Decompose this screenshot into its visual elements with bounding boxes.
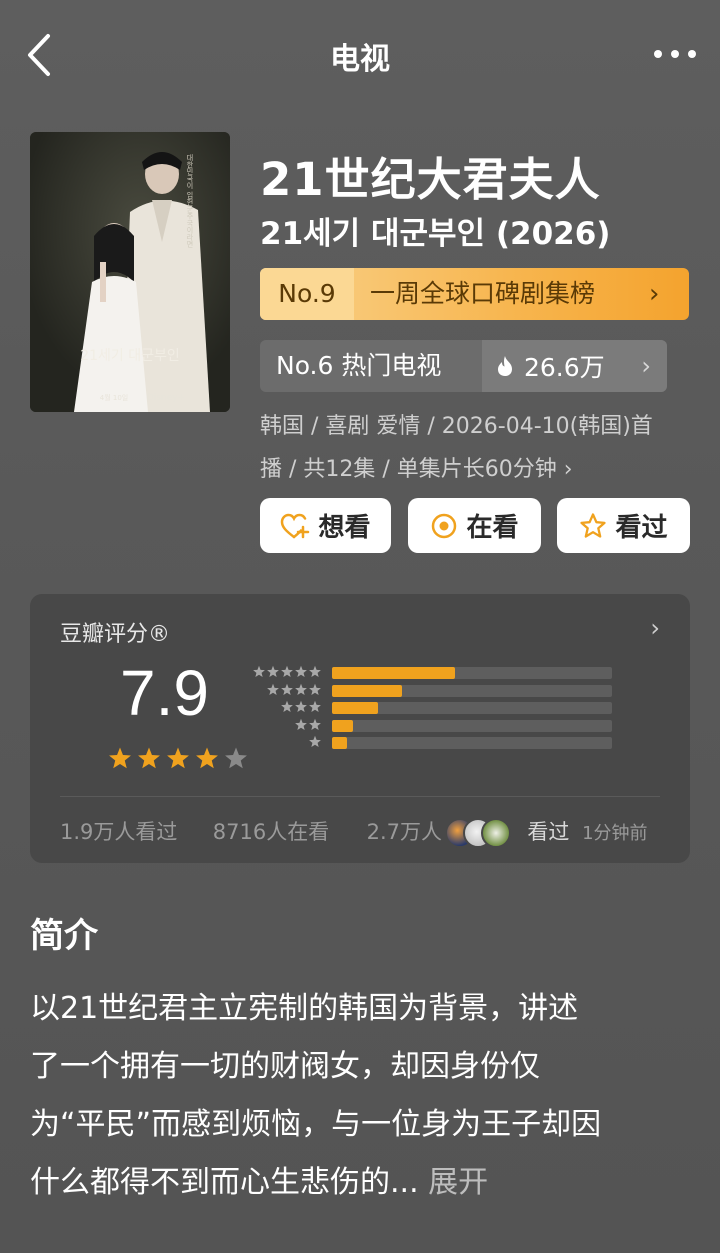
rating-card[interactable]: 豆瓣评分® › 7.9 1.9万人看过 8716人在看 2.7万人 看过 1分钟… <box>30 594 690 863</box>
chevron-right-icon: › <box>650 614 660 642</box>
hot-rank-label: No.6 热门电视 <box>276 351 442 380</box>
intro-text[interactable]: 以21世纪君主立宪制的韩国为背景，讲述 了一个拥有一切的财阀女，却因身份仅 为“… <box>30 980 695 1212</box>
star-filled-icon <box>196 747 218 769</box>
time-ago: 1分钟前 <box>582 823 648 844</box>
rating-footer: 1.9万人看过 8716人在看 2.7万人 看过 1分钟前 <box>60 816 660 848</box>
intro-line: 什么都得不到而心生悲伤的... <box>30 1165 419 1200</box>
distribution-row-2-star <box>252 717 612 735</box>
watching-label: 在看 <box>466 513 519 543</box>
intro-line: 了一个拥有一切的财阀女，却因身份仅 <box>30 1049 540 1084</box>
distribution-track <box>332 737 612 749</box>
mini-stars-icon <box>309 735 321 748</box>
rank-badge[interactable]: No.9 一周全球口碑剧集榜 › <box>260 268 689 320</box>
poster-tagline: 대한민국이 입헌군주국이라면 <box>186 154 194 247</box>
want-to-watch-label: 想看 <box>318 513 371 543</box>
mini-stars-icon <box>253 665 321 678</box>
recent-user-avatars[interactable] <box>444 818 515 848</box>
show-title: 21世纪大君夫人 <box>260 153 601 206</box>
distribution-bar <box>332 667 456 679</box>
rating-stars <box>109 747 247 769</box>
watched-button[interactable]: 看过 <box>557 498 690 553</box>
watched-count: 1.9万人看过 <box>60 820 178 844</box>
rating-title: 豆瓣评分® <box>60 622 171 647</box>
watched-label: 看过 <box>615 513 668 543</box>
rank-number: No.9 <box>260 268 354 320</box>
distribution-row-4-star <box>252 682 612 700</box>
star-empty-icon <box>225 747 247 769</box>
poster-date: 4월 10일 <box>100 393 128 402</box>
distribution-row-1-star <box>252 734 612 752</box>
intro-title: 简介 <box>30 916 98 956</box>
rank-list-name: 一周全球口碑剧集榜 <box>370 279 596 308</box>
meta-line-1: 韩国 / 喜剧 爱情 / 2026-04-10(韩国)首 <box>260 414 653 439</box>
star-outline-icon <box>580 512 607 538</box>
hot-badge[interactable]: No.6 热门电视 26.6万 › <box>260 340 667 392</box>
page-title: 电视 <box>330 42 390 77</box>
chevron-right-icon: › <box>649 279 660 309</box>
chevron-right-icon: › <box>641 352 651 380</box>
want-count: 2.7万人 <box>366 820 443 844</box>
distribution-bar <box>332 702 379 714</box>
intro-line: 以21世纪君主立宪制的韩国为背景，讲述 <box>30 991 579 1026</box>
intro-line: 为“平民”而感到烦恼，与一位身为王子却因 <box>30 1107 602 1142</box>
mini-stars-icon <box>295 718 321 730</box>
mini-stars-icon <box>267 683 321 695</box>
distribution-track <box>332 684 612 697</box>
distribution-bar <box>332 719 353 732</box>
distribution-bar <box>332 684 402 697</box>
distribution-track <box>332 719 612 732</box>
distribution-track <box>332 667 612 679</box>
distribution-track <box>332 702 612 714</box>
divider <box>60 796 660 797</box>
top-bar: 电视 <box>0 0 720 110</box>
watching-button[interactable]: 在看 <box>408 498 541 553</box>
watching-count: 8716人在看 <box>212 820 330 844</box>
hot-count-section: 26.6万 › <box>482 340 667 392</box>
more-dots-icon <box>654 50 696 58</box>
expand-link[interactable]: 展开 <box>428 1165 488 1200</box>
poster-image[interactable]: 대한민국이 입헌군주국이라면 21세기 대군부인 4월 10일 Disney+ <box>30 132 230 412</box>
rating-score: 7.9 <box>120 657 209 729</box>
poster-art: 대한민국이 입헌군주국이라면 21세기 대군부인 4월 10일 Disney+ <box>30 132 230 412</box>
distribution-bar <box>332 737 348 749</box>
star-filled-icon <box>109 747 131 769</box>
want-to-watch-button[interactable]: 想看 <box>260 498 391 553</box>
target-circle-icon <box>432 513 457 538</box>
avatar <box>480 818 511 848</box>
show-original-title: 21세기 대군부인 (2026) <box>260 216 611 252</box>
fire-icon <box>498 356 512 376</box>
heart-plus-icon <box>281 513 310 538</box>
poster-platform: Disney+ <box>147 393 185 403</box>
distribution-row-5-star <box>252 664 612 682</box>
recent-action: 看过 <box>527 820 570 844</box>
star-filled-icon <box>138 747 160 769</box>
more-button[interactable] <box>650 34 700 74</box>
mini-stars-icon <box>281 700 321 713</box>
poster-title-art: 21세기 대군부인 <box>80 348 180 364</box>
star-filled-icon <box>167 747 189 769</box>
hot-count: 26.6万 <box>524 353 605 382</box>
distribution-row-3-star <box>252 699 612 717</box>
rating-distribution <box>252 664 612 752</box>
show-meta[interactable]: 韩国 / 喜剧 爱情 / 2026-04-10(韩国)首 播 / 共12集 / … <box>260 405 690 491</box>
meta-line-2: 播 / 共12集 / 单集片长60分钟 › <box>260 457 573 482</box>
